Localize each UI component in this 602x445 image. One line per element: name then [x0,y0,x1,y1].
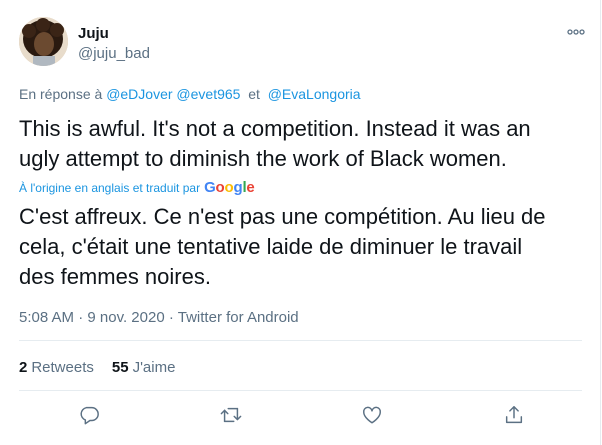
mention-link[interactable]: @eDJover [106,86,172,102]
mention-link[interactable]: @EvaLongoria [268,86,361,102]
tweet-text: This is awful. It's not a competition. I… [19,116,531,171]
reply-prefix: En réponse à [19,86,103,102]
action-bar [0,396,601,436]
user-handle[interactable]: @juju_bad [78,45,150,62]
retweets-label: Retweets [31,359,94,376]
mention-link[interactable]: @evet965 [176,86,240,102]
retweet-icon[interactable] [218,402,244,428]
like-icon[interactable] [359,402,385,428]
share-icon[interactable] [501,402,527,428]
likes-count: 55 [111,359,129,376]
likes-stat[interactable]: 55 J'aime [112,359,176,376]
more-horizontal-icon[interactable] [565,24,587,40]
reply-conjunction: et [248,86,260,102]
retweets-stat[interactable]: 2 Retweets [19,359,94,376]
tweet-stats: 2 Retweets 55 J'aime [19,359,175,376]
reply-icon[interactable] [76,402,102,428]
google-logo-letter: o [215,179,225,196]
translation-attribution[interactable]: À l'origine en anglais et traduit par Go… [19,179,255,196]
meta-separator: · [168,309,174,326]
divider [19,390,582,391]
google-logo: Google [204,179,255,196]
google-logo-letter: e [246,179,255,196]
google-logo-letter: G [204,179,216,196]
retweets-count: 2 [19,359,28,376]
reply-context: En réponse à @eDJover @evet965 et @EvaLo… [19,86,361,102]
tweet-source[interactable]: Twitter for Android [178,309,299,326]
likes-label: J'aime [132,359,176,376]
meta-separator: · [78,309,84,326]
divider [19,340,582,341]
translated-text: C'est affreux. Ce n'est pas une compétit… [19,204,546,289]
translated-by-label: À l'origine en anglais et traduit par [19,180,201,195]
avatar[interactable] [19,17,68,66]
display-name[interactable]: Juju [78,25,109,42]
tweet-metadata: 5:08 AM · 9 nov. 2020 · Twitter for Andr… [19,309,299,326]
tweet-card: Juju @juju_bad En réponse à @eDJover @ev… [0,0,601,445]
tweet-time[interactable]: 5:08 AM [19,309,74,326]
tweet-date[interactable]: 9 nov. 2020 [87,309,164,326]
